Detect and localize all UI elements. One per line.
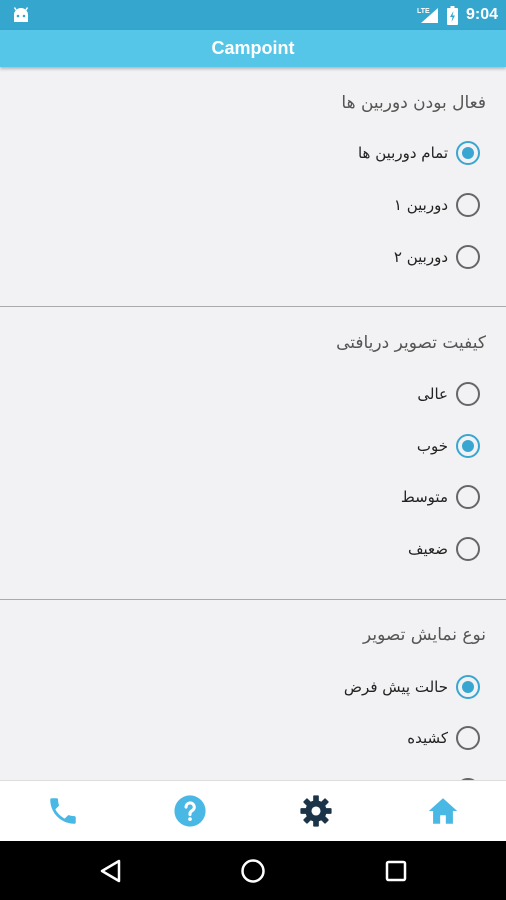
recents-icon[interactable] [383,858,409,884]
radio-button[interactable] [456,434,480,458]
nav-phone-button[interactable] [45,793,81,829]
bottom-navigation [0,780,506,841]
option-label: دوربین ۲ [393,248,448,266]
radio-button[interactable] [456,675,480,699]
radio-option-all-cameras[interactable]: تمام دوربین ها [358,138,480,168]
app-title: Campoint [211,38,295,58]
radio-option-excellent[interactable]: عالی [417,379,480,409]
section-title: کیفیت تصویر دریافتی [336,333,486,353]
section-camera-active: فعال بودن دوربین ها تمام دوربین ها دوربی… [0,67,506,307]
help-icon [174,795,206,827]
option-label: حالت پیش فرض [343,678,448,696]
radio-button[interactable] [456,726,480,750]
section-image-quality: کیفیت تصویر دریافتی عالی خوب متوسط ضعیف [0,307,506,600]
radio-option-good[interactable]: خوب [417,431,480,461]
nav-home-button[interactable] [425,793,461,829]
radio-button[interactable] [456,245,480,269]
status-time: 9:04 [465,6,498,23]
battery-icon [446,5,458,25]
radio-button[interactable] [456,382,480,406]
svg-text:LTE: LTE [417,8,430,15]
radio-button[interactable] [456,537,480,561]
settings-gear-icon [300,795,332,827]
radio-option-medium[interactable]: متوسط [401,482,480,512]
radio-option-camera-2[interactable]: دوربین ۲ [394,242,480,272]
home-circle-icon[interactable] [240,858,266,884]
option-label: متوسط [400,488,448,506]
radio-option-stretched[interactable]: کشیده [407,723,480,753]
radio-option-camera-1[interactable]: دوربین ۱ [394,190,480,220]
phone-icon [50,798,76,824]
option-label: عالی [417,385,448,403]
option-label: دوربین ۱ [393,196,448,214]
section-title: فعال بودن دوربین ها [341,93,486,113]
option-label: کشیده [407,729,448,747]
radio-option-weak[interactable]: ضعیف [408,534,480,564]
section-display-type: نوع نمایش تصویر حالت پیش فرض کشیده [0,600,506,780]
status-bar: LTE 9:04 [0,0,506,30]
radio-button[interactable] [456,141,480,165]
system-navigation-bar [0,841,506,900]
radio-button[interactable] [456,193,480,217]
app-bar: Campoint [0,30,506,67]
home-icon [428,798,458,824]
option-label: خوب [416,437,448,455]
option-label: ضعیف [407,540,448,558]
back-icon[interactable] [98,858,124,884]
lte-signal-icon: LTE [417,8,438,23]
settings-content: فعال بودن دوربین ها تمام دوربین ها دوربی… [0,67,506,780]
android-icon [13,7,29,22]
section-title: نوع نمایش تصویر [363,625,486,645]
radio-button[interactable] [456,485,480,509]
nav-settings-button[interactable] [298,793,334,829]
nav-help-button[interactable] [172,793,208,829]
radio-option-default[interactable]: حالت پیش فرض [344,672,480,702]
option-label: تمام دوربین ها [357,144,448,162]
